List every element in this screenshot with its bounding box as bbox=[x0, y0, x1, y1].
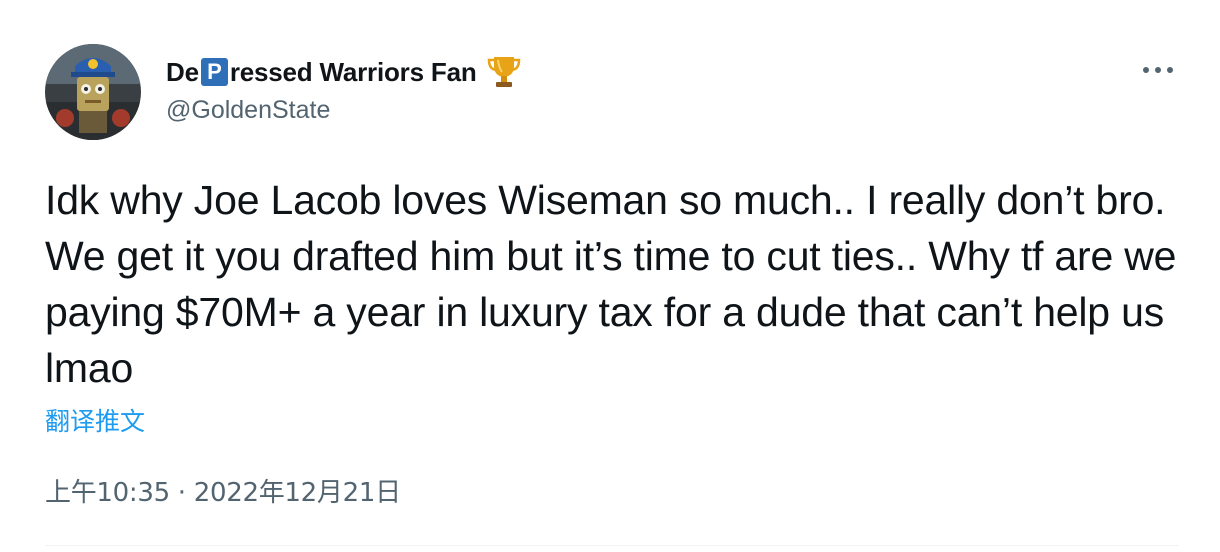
tweet-time: 上午10:35 bbox=[45, 478, 170, 508]
timestamp-separator: · bbox=[177, 478, 186, 508]
more-horizontal-icon bbox=[1143, 67, 1173, 73]
translate-tweet-link[interactable]: 翻译推文 bbox=[45, 402, 145, 438]
avatar-image bbox=[45, 44, 141, 140]
tweet-card: De Pressed Warriors Fan @GoldenState Idk … bbox=[0, 0, 1220, 552]
author-handle[interactable]: @GoldenState bbox=[166, 96, 330, 125]
author-display-name[interactable]: De Pressed Warriors Fan bbox=[166, 56, 477, 89]
tweet-text: Idk why Joe Lacob loves Wiseman so much.… bbox=[45, 177, 1177, 391]
author-name-suffix: ressed Warriors Fan bbox=[229, 57, 477, 88]
tweet-timestamp[interactable]: 上午10:35 · 2022年12月21日 bbox=[45, 472, 401, 509]
parking-p-badge: P bbox=[200, 57, 228, 86]
author-name-row[interactable]: De Pressed Warriors Fan bbox=[166, 52, 521, 92]
tweet-date: 2022年12月21日 bbox=[193, 478, 401, 508]
author-name-prefix: De bbox=[166, 57, 199, 88]
avatar[interactable] bbox=[45, 44, 141, 140]
divider bbox=[45, 545, 1179, 546]
more-options-button[interactable] bbox=[1136, 52, 1180, 88]
trophy-icon bbox=[487, 54, 521, 90]
